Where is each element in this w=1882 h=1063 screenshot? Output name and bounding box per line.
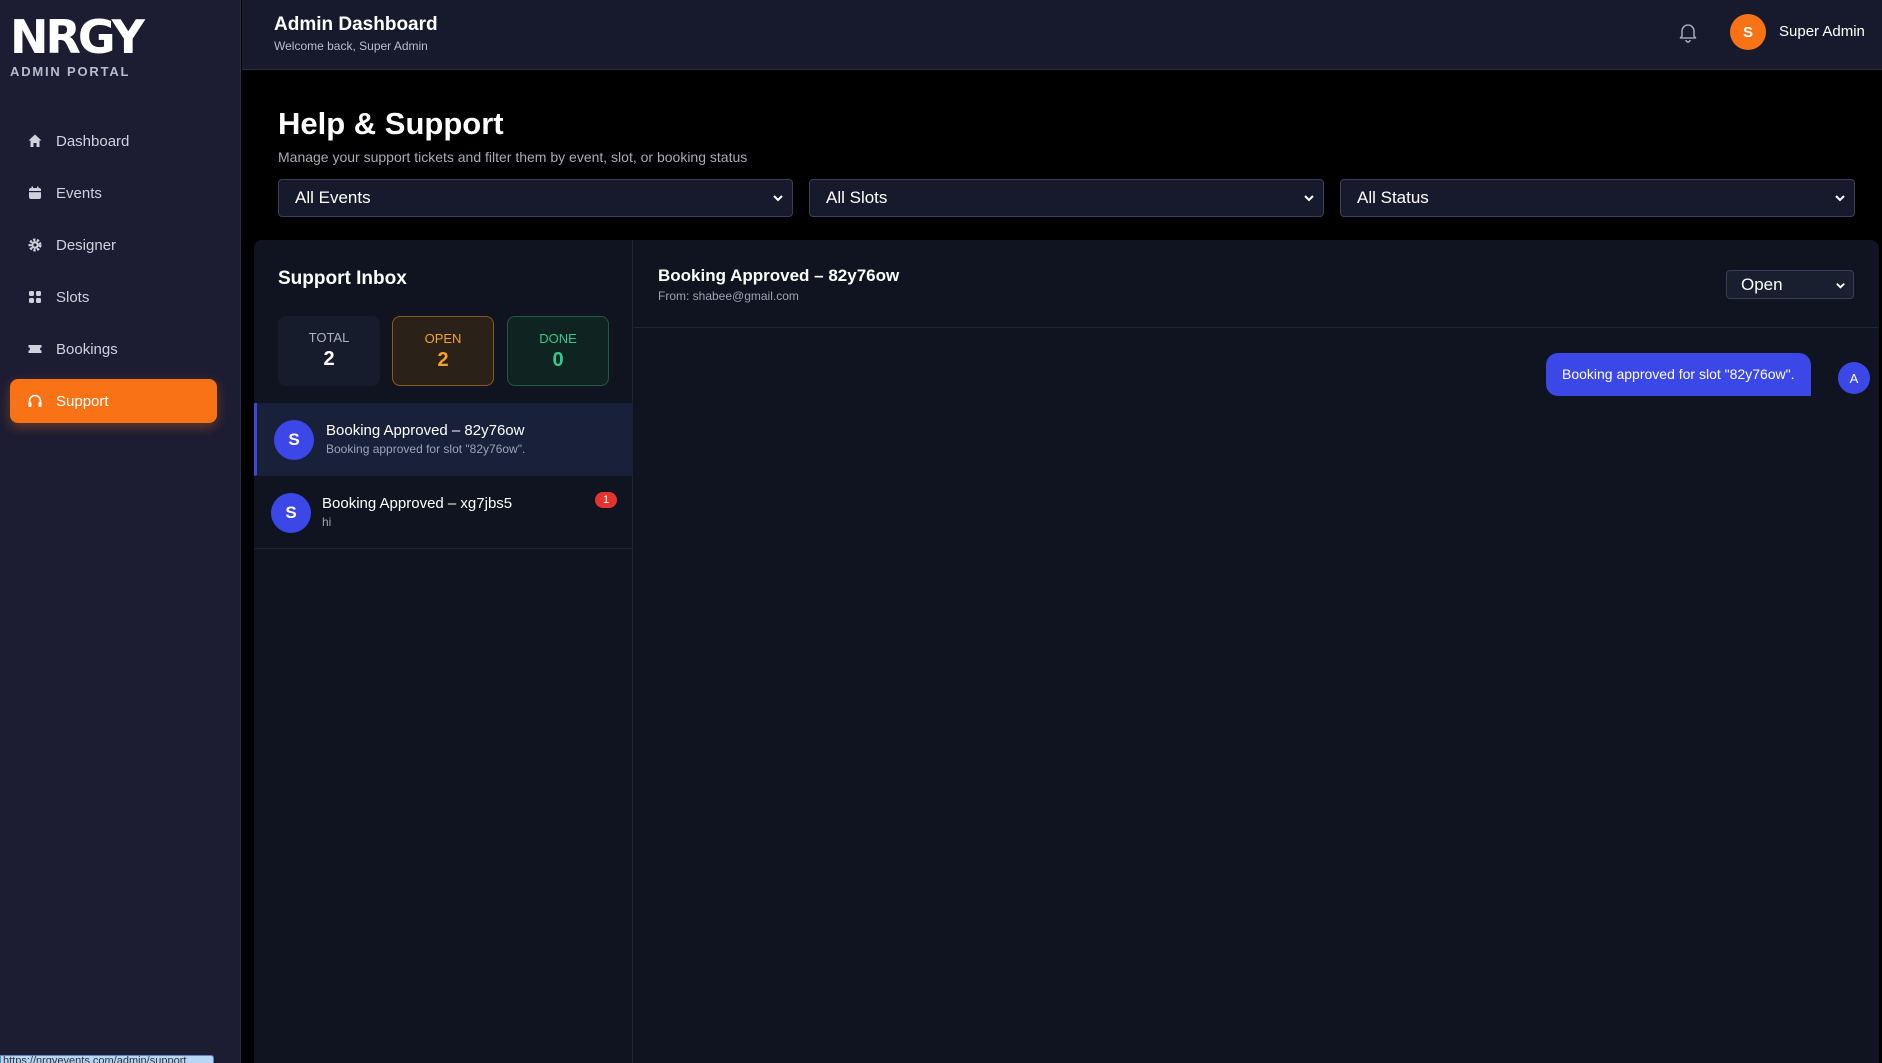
logo-mark: NRGY <box>10 10 145 64</box>
ticket-icon <box>26 340 44 358</box>
conversation-from: From: shabee@gmail.com <box>658 289 799 303</box>
ticket-preview: Booking approved for slot "82y76ow". <box>326 442 526 456</box>
sidebar-item-support[interactable]: Support <box>10 379 217 423</box>
sidebar-item-bookings[interactable]: Bookings <box>10 327 217 371</box>
ticket-item[interactable]: S Booking Approved – xg7jbs5 hi 1 <box>254 476 633 549</box>
avatar[interactable]: S <box>1730 14 1766 50</box>
event-filter-select[interactable]: All Events <box>278 179 793 217</box>
headphones-icon <box>26 392 44 410</box>
ticket-item[interactable]: S Booking Approved – 82y76ow Booking app… <box>254 403 633 476</box>
ticket-title: Booking Approved – xg7jbs5 <box>322 495 513 512</box>
sidebar-item-events[interactable]: Events <box>10 171 217 215</box>
notification-bell-icon[interactable] <box>1676 20 1700 44</box>
calendar-icon <box>26 184 44 202</box>
stat-open[interactable]: OPEN 2 <box>392 316 494 386</box>
stat-done-label: DONE <box>539 331 577 346</box>
support-panel: Support Inbox TOTAL 2 OPEN 2 DONE 0 S Bo… <box>254 240 1879 1063</box>
inbox-title: Support Inbox <box>278 268 407 289</box>
stat-total-value: 2 <box>323 348 335 370</box>
stat-total-label: TOTAL <box>308 330 350 345</box>
stat-done-value: 0 <box>552 349 564 371</box>
support-inbox: Support Inbox TOTAL 2 OPEN 2 DONE 0 S Bo… <box>254 240 633 1063</box>
conversation-panel: Booking Approved – 82y76ow From: shabee@… <box>634 240 1879 1063</box>
ticket-preview: hi <box>322 515 332 529</box>
sidebar: NRGY ADMIN PORTAL Dashboard Events Desig… <box>0 0 241 1063</box>
status-filter-select[interactable]: All Status <box>1340 179 1855 217</box>
sidebar-nav: Dashboard Events Designer Slots Bookings <box>10 119 217 431</box>
gear-icon <box>26 236 44 254</box>
logo[interactable]: NRGY ADMIN PORTAL <box>10 10 145 79</box>
grid-icon <box>26 288 44 306</box>
sidebar-item-designer[interactable]: Designer <box>10 223 217 267</box>
header-subtitle: Welcome back, Super Admin <box>274 39 428 53</box>
ticket-avatar: S <box>271 493 311 533</box>
top-header: Admin Dashboard Welcome back, Super Admi… <box>242 0 1882 70</box>
stat-done[interactable]: DONE 0 <box>507 316 609 386</box>
chevron-down-icon <box>1304 195 1314 202</box>
sidebar-item-label: Slots <box>56 288 90 306</box>
ticket-avatar: S <box>274 420 314 460</box>
home-icon <box>26 132 44 150</box>
sidebar-item-label: Dashboard <box>56 132 130 150</box>
message-avatar: A <box>1838 362 1870 394</box>
conversation-title: Booking Approved – 82y76ow <box>658 266 900 285</box>
header-title: Admin Dashboard <box>274 14 438 35</box>
sidebar-item-label: Bookings <box>56 340 118 358</box>
sidebar-item-slots[interactable]: Slots <box>10 275 217 319</box>
sidebar-item-label: Support <box>56 392 109 410</box>
sidebar-item-label: Designer <box>56 236 117 254</box>
chevron-down-icon <box>773 195 783 202</box>
unread-badge: 1 <box>595 492 617 508</box>
chevron-down-icon <box>1835 195 1845 202</box>
ticket-title: Booking Approved – 82y76ow <box>326 422 525 439</box>
page-subtitle: Manage your support tickets and filter t… <box>278 149 748 165</box>
stat-open-label: OPEN <box>424 331 462 346</box>
status-filter-value: All Status <box>1357 188 1429 207</box>
user-name[interactable]: Super Admin <box>1779 23 1865 40</box>
conversation-header: Booking Approved – 82y76ow From: shabee@… <box>634 240 1879 328</box>
stat-open-value: 2 <box>437 349 449 371</box>
sidebar-item-label: Events <box>56 184 102 202</box>
ticket-status-value: Open <box>1741 275 1783 294</box>
logo-subtitle: ADMIN PORTAL <box>10 64 131 79</box>
browser-status-url: https://nrgyevents.com/admin/support <box>0 1055 214 1063</box>
stat-total[interactable]: TOTAL 2 <box>278 316 380 386</box>
chevron-down-icon <box>1836 283 1845 289</box>
event-filter-value: All Events <box>295 188 371 207</box>
message-bubble: Booking approved for slot "82y76ow". <box>1546 353 1811 396</box>
slot-filter-value: All Slots <box>826 188 888 207</box>
page-title: Help & Support <box>278 106 504 141</box>
ticket-status-select[interactable]: Open <box>1726 270 1854 299</box>
slot-filter-select[interactable]: All Slots <box>809 179 1324 217</box>
sidebar-item-dashboard[interactable]: Dashboard <box>10 119 217 163</box>
